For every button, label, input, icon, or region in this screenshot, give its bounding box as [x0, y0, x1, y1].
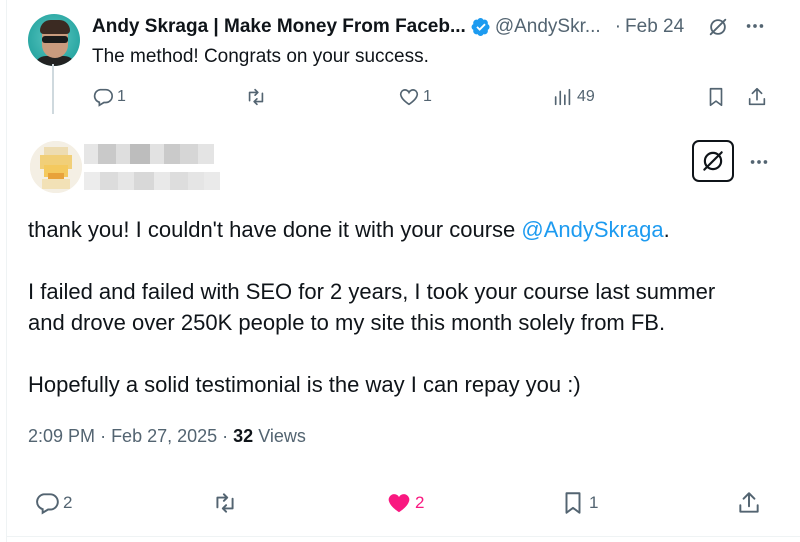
tweet-actions: 1 1 49	[0, 86, 800, 112]
grok-icon[interactable]	[707, 16, 729, 38]
tweet-actions: 2 2 1	[0, 490, 800, 518]
like-button[interactable]: 2	[386, 490, 424, 516]
mention-link[interactable]: @AndySkraga	[521, 217, 663, 242]
reply-count: 2	[63, 493, 73, 512]
views-count: 49	[577, 88, 595, 105]
like-icon	[388, 494, 410, 513]
timeline-border	[6, 0, 7, 542]
tweet-date[interactable]: Feb 24	[625, 16, 684, 38]
reply-button[interactable]: 1	[92, 86, 126, 108]
repost-icon	[248, 88, 264, 106]
author-handle-blurred	[84, 172, 220, 190]
views-count: 32	[233, 426, 254, 446]
views-button[interactable]: 49	[552, 86, 595, 108]
tweet-text-line: Hopefully a solid testimonial is the way…	[28, 372, 581, 397]
tweet-text-line: and drove over 250K people to my site th…	[28, 310, 666, 335]
reply-button[interactable]: 2	[34, 490, 72, 516]
repost-button[interactable]	[245, 86, 270, 108]
tweet-meta: 2:09 PM · Feb 27, 2025 · 32 Views	[28, 426, 306, 447]
like-count: 2	[415, 493, 425, 512]
like-count: 1	[423, 88, 432, 105]
more-icon[interactable]	[748, 151, 770, 173]
tweet-header: Andy Skraga | Make Money From Faceb... @…	[92, 15, 782, 39]
grok-icon	[703, 151, 723, 171]
reply-icon	[36, 493, 59, 515]
tweet-text-segment: thank you! I couldn't have done it with …	[28, 217, 522, 242]
bookmark-icon	[565, 492, 581, 514]
share-button[interactable]	[746, 86, 768, 108]
separator-dot: ·	[614, 16, 622, 37]
tweet-date[interactable]: Feb 27, 2025	[111, 426, 217, 446]
avatar[interactable]	[30, 141, 82, 193]
avatar[interactable]	[28, 14, 80, 66]
tweet-text-line: thank you! I couldn't have done it with …	[28, 214, 768, 245]
like-icon	[399, 89, 419, 106]
tweet-text-segment: .	[663, 217, 670, 242]
more-icon[interactable]	[744, 15, 766, 37]
reply-icon	[93, 88, 113, 107]
grok-button[interactable]	[692, 140, 734, 182]
repost-button[interactable]	[212, 490, 241, 516]
share-button[interactable]	[736, 490, 762, 516]
tweet-text: thank you! I couldn't have done it with …	[28, 214, 768, 400]
views-icon	[554, 88, 571, 106]
like-button[interactable]: 1	[398, 86, 432, 108]
share-icon	[748, 87, 766, 106]
author-handle[interactable]: @AndySkr...	[495, 16, 601, 38]
tweet-text: The method! Congrats on your success.	[92, 46, 429, 67]
bookmark-button[interactable]: 1	[560, 490, 598, 516]
tweet-text-line: I failed and failed with SEO for 2 years…	[28, 279, 716, 304]
separator-dot: ·	[222, 426, 234, 446]
bookmark-button[interactable]	[705, 86, 727, 108]
reply-count: 1	[117, 88, 126, 105]
repost-icon	[216, 493, 234, 513]
divider	[6, 536, 800, 537]
views-label: Views	[258, 426, 306, 446]
author-name[interactable]: Andy Skraga | Make Money From Faceb...	[92, 16, 466, 38]
tweet-time[interactable]: 2:09 PM	[28, 426, 95, 446]
share-icon	[739, 492, 759, 513]
bookmark-icon	[709, 87, 723, 107]
separator-dot: ·	[100, 426, 112, 446]
bookmark-count: 1	[589, 493, 599, 512]
verified-badge-icon	[471, 17, 491, 37]
author-name-blurred	[84, 144, 214, 164]
